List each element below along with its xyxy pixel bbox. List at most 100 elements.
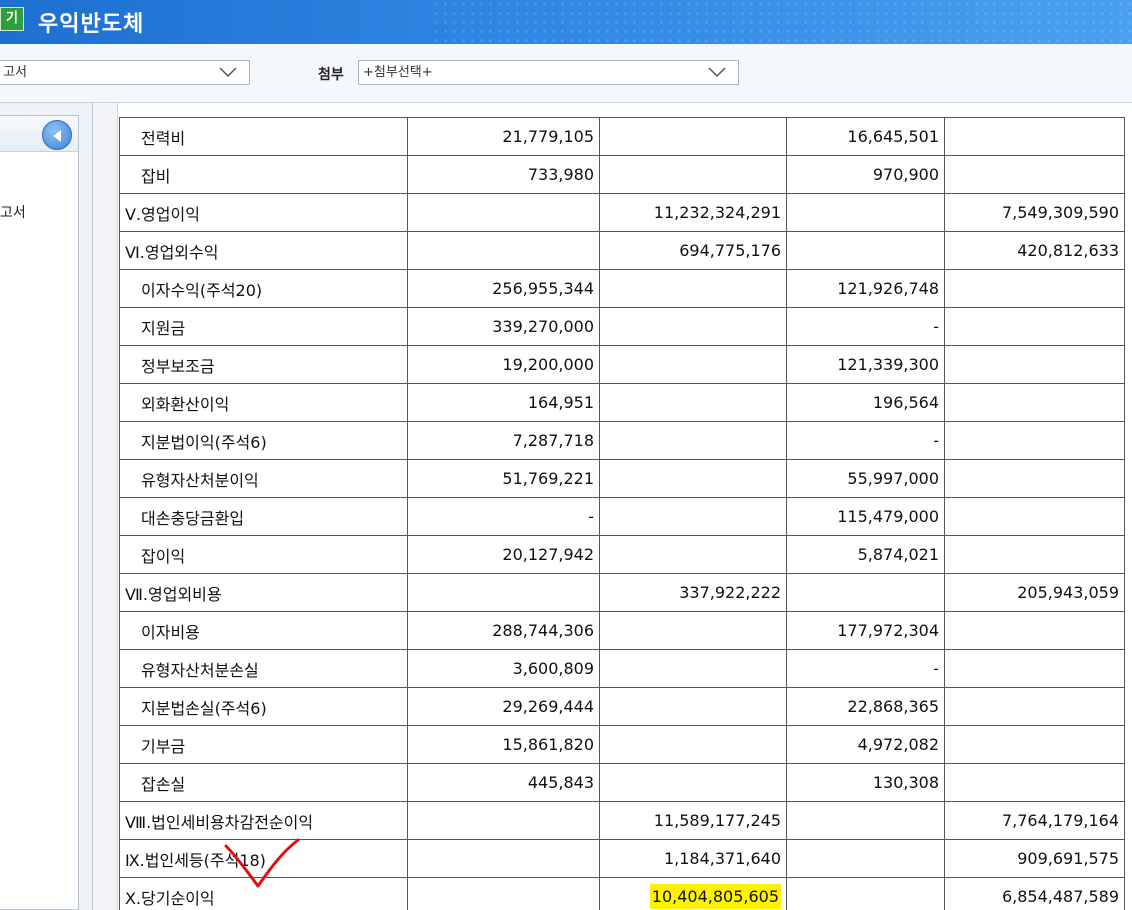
table-row: 잡손실 445,843 130,308: [119, 763, 1125, 802]
amount-value: 337,922,222: [679, 583, 781, 602]
table-row: 지분법이익(주석6) 7,287,718 -: [119, 421, 1125, 460]
amount-value: 55,997,000: [847, 469, 939, 488]
row-label-cell: Ⅹ.당기순이익: [119, 877, 408, 910]
row-label: 대손충당금환입: [141, 508, 245, 528]
row-label-cell: 정부보조금: [119, 345, 408, 384]
row-label: 지분법이익(주석6): [141, 432, 267, 452]
highlighted-net-income: 10,404,805,605: [649, 884, 781, 909]
amount-cell: [599, 269, 787, 308]
amount-cell: 288,744,306: [407, 611, 600, 650]
row-label: 정부보조금: [141, 356, 215, 376]
row-label: 전력비: [141, 128, 186, 148]
amount-value: 909,691,575: [1017, 849, 1119, 868]
row-label: 외화환산이익: [141, 394, 230, 414]
amount-value: 11,589,177,245: [653, 811, 781, 830]
amount-cell: 21,779,105: [407, 117, 600, 156]
amount-cell: [599, 383, 787, 422]
amount-cell: [599, 117, 787, 156]
row-label: 이자비용: [141, 622, 200, 642]
collapse-sidebar-button[interactable]: [42, 120, 72, 150]
amount-cell: 5,874,021: [786, 535, 945, 574]
amount-cell: 7,549,309,590: [944, 193, 1125, 232]
amount-value: 970,900: [872, 165, 939, 184]
amount-cell: -: [786, 307, 945, 346]
amount-cell: [944, 459, 1125, 498]
window-title: 우익반도체: [38, 12, 145, 37]
sidebar-item-report[interactable]: 고서: [0, 202, 26, 222]
amount-value: 7,549,309,590: [1001, 203, 1119, 222]
amount-value: 130,308: [872, 773, 939, 792]
amount-cell: 4,972,082: [786, 725, 945, 764]
amount-cell: 7,764,179,164: [944, 801, 1125, 840]
amount-cell: [599, 421, 787, 460]
amount-cell: [599, 155, 787, 194]
amount-cell: [599, 535, 787, 574]
attach-select[interactable]: +첨부선택+: [358, 60, 739, 85]
sidebar-panel-header: [0, 116, 78, 152]
amount-value: 339,270,000: [492, 317, 594, 336]
row-label-cell: Ⅶ.영업외비용: [119, 573, 408, 612]
amount-cell: [407, 877, 600, 910]
table-row: 정부보조금 19,200,000 121,339,300: [119, 345, 1125, 384]
amount-cell: [944, 117, 1125, 156]
row-label: 유형자산처분이익: [141, 470, 259, 490]
table-row: 유형자산처분손실 3,600,809 -: [119, 649, 1125, 688]
table-row: 외화환산이익 164,951 196,564: [119, 383, 1125, 422]
amount-value: 177,972,304: [837, 621, 939, 640]
table-row: Ⅸ.법인세등(주석18) 1,184,371,640 909,691,575: [119, 839, 1125, 878]
row-label-cell: 잡비: [119, 155, 408, 194]
amount-value: 694,775,176: [679, 241, 781, 260]
table-row: Ⅹ.당기순이익 10,404,805,605 6,854,487,589: [119, 877, 1125, 910]
amount-value: 11,232,324,291: [653, 203, 781, 222]
table-row: 지원금 339,270,000 -: [119, 307, 1125, 346]
row-label: 이자수익(주석20): [141, 280, 263, 300]
table-row: Ⅴ.영업이익 11,232,324,291 7,549,309,590: [119, 193, 1125, 232]
amount-cell: [944, 763, 1125, 802]
row-label-cell: 이자비용: [119, 611, 408, 650]
row-label-cell: Ⅷ.법인세비용차감전순이익: [119, 801, 408, 840]
amount-cell: 29,269,444: [407, 687, 600, 726]
amount-cell: 51,769,221: [407, 459, 600, 498]
amount-value: -: [933, 317, 939, 336]
amount-cell: 55,997,000: [786, 459, 945, 498]
amount-cell: [407, 573, 600, 612]
amount-cell: [944, 497, 1125, 536]
amount-value: 420,812,633: [1017, 241, 1119, 260]
attach-label: 첨부: [318, 67, 344, 83]
amount-value: 7,287,718: [512, 431, 594, 450]
amount-cell: 19,200,000: [407, 345, 600, 384]
table-row: 이자수익(주석20) 256,955,344 121,926,748: [119, 269, 1125, 308]
amount-cell: [786, 801, 945, 840]
amount-value: 1,184,371,640: [663, 849, 781, 868]
amount-cell: [599, 611, 787, 650]
row-label: Ⅵ.영업외수익: [125, 242, 219, 262]
row-label-cell: 지분법이익(주석6): [119, 421, 408, 460]
amount-value: 288,744,306: [492, 621, 594, 640]
row-label-cell: 유형자산처분손실: [119, 649, 408, 688]
amount-value: -: [588, 507, 594, 526]
amount-cell: 22,868,365: [786, 687, 945, 726]
amount-cell: [944, 307, 1125, 346]
amount-cell: 256,955,344: [407, 269, 600, 308]
amount-cell: [944, 611, 1125, 650]
amount-cell: 337,922,222: [599, 573, 787, 612]
amount-cell: [599, 687, 787, 726]
amount-value: 22,868,365: [847, 697, 939, 716]
amount-cell: [944, 155, 1125, 194]
amount-value: 733,980: [527, 165, 594, 184]
table-row: 대손충당금환입 - 115,479,000: [119, 497, 1125, 536]
amount-cell: [407, 193, 600, 232]
report-select[interactable]: 고서: [0, 60, 250, 85]
table-row: Ⅷ.법인세비용차감전순이익 11,589,177,245 7,764,179,164: [119, 801, 1125, 840]
viewer-gutter: [93, 103, 118, 910]
amount-cell: [407, 801, 600, 840]
amount-cell: 177,972,304: [786, 611, 945, 650]
amount-value: 205,943,059: [1017, 583, 1119, 602]
amount-cell: -: [786, 421, 945, 460]
amount-value: 15,861,820: [502, 735, 594, 754]
amount-cell: [599, 459, 787, 498]
sidebar-panel: 고서: [0, 115, 79, 910]
chevron-down-icon: [219, 67, 237, 78]
row-label: 유형자산처분손실: [141, 660, 259, 680]
amount-cell: [786, 193, 945, 232]
